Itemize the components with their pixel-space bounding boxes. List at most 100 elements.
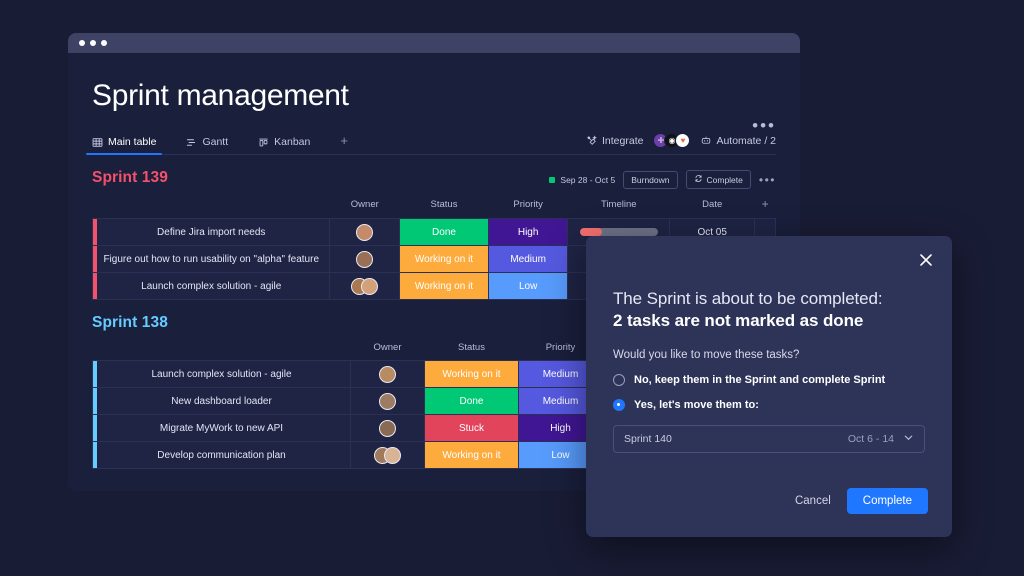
dialog-heading-line2: 2 tasks are not marked as done xyxy=(613,311,864,331)
window-close-dot[interactable] xyxy=(79,40,85,46)
avatar[interactable] xyxy=(356,250,374,268)
task-name-cell[interactable]: Develop communication plan xyxy=(92,441,351,469)
refresh-icon xyxy=(694,174,703,185)
status-cell[interactable]: Working on it xyxy=(399,245,489,273)
priority-cell[interactable]: Low xyxy=(487,272,569,300)
col-priority[interactable]: Priority xyxy=(488,197,568,219)
kanban-icon xyxy=(258,137,269,148)
owner-cell[interactable] xyxy=(350,387,425,415)
group-date-range: Sep 28 - Oct 5 xyxy=(549,175,615,185)
col-date[interactable]: Date xyxy=(670,197,755,219)
integrate-button[interactable]: Integrate xyxy=(586,135,643,147)
task-name: Launch complex solution - agile xyxy=(141,280,282,292)
radio-option-keep[interactable]: No, keep them in the Sprint and complete… xyxy=(613,374,925,387)
complete-sprint-button[interactable]: Complete xyxy=(685,170,751,189)
tab-kanban-label: Kanban xyxy=(274,136,311,148)
col-timeline[interactable]: Timeline xyxy=(568,197,670,219)
table-header-row: Owner Status Priority xyxy=(93,342,603,361)
priority-cell[interactable]: High xyxy=(487,218,569,246)
task-name: Migrate MyWork to new API xyxy=(159,422,284,434)
radio-keep-icon[interactable] xyxy=(613,374,625,387)
cancel-button[interactable]: Cancel xyxy=(795,495,831,507)
radio-option-move[interactable]: Yes, let's move them to: xyxy=(613,399,925,412)
row-accent-bar xyxy=(93,415,97,441)
window-maximize-dot[interactable] xyxy=(101,40,107,46)
tab-gantt-label: Gantt xyxy=(202,136,229,148)
automate-button[interactable]: Automate / 2 xyxy=(700,135,776,147)
complete-sprint-label: Complete xyxy=(706,174,743,185)
status-cell[interactable]: Done xyxy=(424,387,519,415)
integration-avatars: ✛ ◉ ♥ xyxy=(653,133,691,148)
status-value: Working on it xyxy=(442,368,501,380)
integrate-label: Integrate xyxy=(602,134,644,147)
avatar[interactable] xyxy=(379,419,396,437)
status-value: Done xyxy=(432,226,456,238)
status-value: Working on it xyxy=(442,449,501,461)
task-name-cell[interactable]: Launch complex solution - agile xyxy=(91,272,331,300)
target-sprint-select[interactable]: Sprint 140 Oct 6 - 14 xyxy=(613,425,925,454)
screenshot-root: Sprint management ••• Main table Gantt K… xyxy=(0,0,1024,576)
owner-cell[interactable] xyxy=(329,218,401,246)
owner-cell[interactable] xyxy=(350,441,425,469)
add-view-button[interactable]: + xyxy=(340,133,348,154)
table-header-row: Owner Status Priority Timeline Date + xyxy=(93,197,776,219)
timeline-bar xyxy=(579,228,658,236)
avatar[interactable] xyxy=(356,223,374,241)
priority-value: High xyxy=(517,226,539,238)
col-owner[interactable]: Owner xyxy=(351,342,425,361)
close-icon[interactable] xyxy=(917,251,935,269)
tab-gantt[interactable]: Gantt xyxy=(186,136,228,154)
burndown-button[interactable]: Burndown xyxy=(623,170,678,189)
priority-cell[interactable]: Medium xyxy=(487,245,569,273)
col-name xyxy=(93,197,330,219)
table-icon xyxy=(92,137,103,148)
task-name-cell[interactable]: Migrate MyWork to new API xyxy=(92,414,351,442)
radio-move-icon[interactable] xyxy=(613,399,625,412)
table-row[interactable]: New dashboard loader Done Medium xyxy=(92,387,603,415)
owner-cell[interactable] xyxy=(350,414,425,442)
task-name-cell[interactable]: Launch complex solution - agile xyxy=(92,360,351,388)
status-cell[interactable]: Done xyxy=(399,218,489,246)
owner-cell[interactable] xyxy=(350,360,425,388)
owner-cell[interactable] xyxy=(329,272,401,300)
integrate-icon xyxy=(586,135,597,146)
view-tabs: Main table Gantt Kanban + Integrate ✛ ◉ … xyxy=(85,129,776,155)
tab-main-table[interactable]: Main table xyxy=(85,136,163,155)
complete-button[interactable]: Complete xyxy=(846,488,928,514)
col-status[interactable]: Status xyxy=(425,342,519,361)
col-owner[interactable]: Owner xyxy=(330,197,400,219)
chevron-down-icon xyxy=(903,432,914,446)
tabs-right-actions: Integrate ✛ ◉ ♥ Automate / 2 xyxy=(586,133,776,148)
table-row[interactable]: Migrate MyWork to new API Stuck High xyxy=(92,414,603,442)
dialog-question: Would you like to move these tasks? xyxy=(613,349,800,362)
status-cell[interactable]: Working on it xyxy=(399,272,489,300)
status-value: Working on it xyxy=(414,253,474,265)
group-options-kebab[interactable]: ••• xyxy=(759,173,776,187)
avatar[interactable] xyxy=(361,277,379,295)
status-cell[interactable]: Working on it xyxy=(424,441,519,469)
owner-cell[interactable] xyxy=(329,245,401,273)
dialog-footer: Cancel Complete xyxy=(795,488,928,514)
task-name-cell[interactable]: Figure out how to run usability on "alph… xyxy=(91,245,331,273)
radio-keep-label: No, keep them in the Sprint and complete… xyxy=(634,374,886,387)
task-name-cell[interactable]: New dashboard loader xyxy=(92,387,351,415)
status-cell[interactable]: Stuck xyxy=(424,414,519,442)
avatar[interactable] xyxy=(384,446,401,464)
page-title: Sprint management xyxy=(92,79,349,112)
tab-kanban[interactable]: Kanban xyxy=(258,136,310,154)
col-status[interactable]: Status xyxy=(400,197,489,219)
window-minimize-dot[interactable] xyxy=(90,40,96,46)
window-titlebar xyxy=(68,33,800,53)
mailchimp-icon[interactable]: ♥ xyxy=(675,133,691,148)
avatar[interactable] xyxy=(379,392,396,410)
complete-sprint-dialog: The Sprint is about to be completed: 2 t… xyxy=(586,236,952,537)
row-accent-bar xyxy=(93,273,97,299)
table-row[interactable]: Launch complex solution - agile Working o… xyxy=(92,360,603,388)
avatar[interactable] xyxy=(379,365,396,383)
row-accent-bar xyxy=(93,442,97,468)
add-column-button[interactable]: + xyxy=(755,197,776,219)
task-name-cell[interactable]: Define Jira import needs xyxy=(91,218,331,246)
table-row[interactable]: Develop communication plan Working on it L… xyxy=(92,441,603,469)
target-sprint-date: Oct 6 - 14 xyxy=(847,433,894,446)
status-cell[interactable]: Working on it xyxy=(424,360,519,388)
